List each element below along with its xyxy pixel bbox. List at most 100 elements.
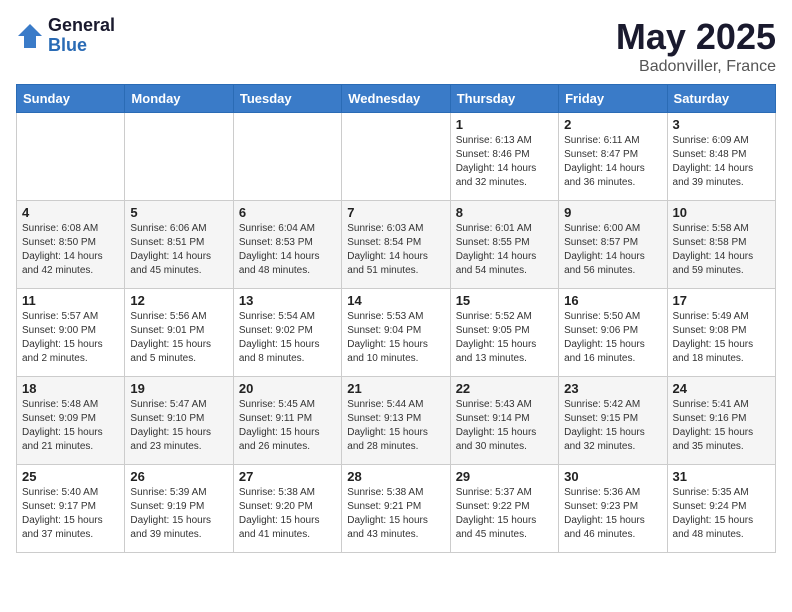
day-number: 15 (456, 293, 553, 308)
calendar-cell: 20Sunrise: 5:45 AM Sunset: 9:11 PM Dayli… (233, 377, 341, 465)
day-info: Sunrise: 6:01 AM Sunset: 8:55 PM Dayligh… (456, 222, 553, 278)
calendar-cell: 21Sunrise: 5:44 AM Sunset: 9:13 PM Dayli… (342, 377, 450, 465)
calendar-cell: 3 Sunrise: 6:09 AM Sunset: 8:48 PM Daylig… (667, 113, 775, 201)
calendar-cell: 8Sunrise: 6:01 AM Sunset: 8:55 PM Daylig… (450, 201, 558, 289)
day-info: Sunrise: 5:49 AM Sunset: 9:08 PM Dayligh… (673, 310, 770, 366)
title-block: May 2025 Badonviller, France (616, 16, 776, 76)
day-number: 23 (564, 381, 661, 396)
day-number: 30 (564, 469, 661, 484)
calendar-cell: 23Sunrise: 5:42 AM Sunset: 9:15 PM Dayli… (559, 377, 667, 465)
day-number: 9 (564, 205, 661, 220)
logo: General Blue (16, 16, 115, 56)
day-info: Sunrise: 5:43 AM Sunset: 9:14 PM Dayligh… (456, 398, 553, 454)
day-number: 16 (564, 293, 661, 308)
calendar-cell: 10 Sunrise: 5:58 AM Sunset: 8:58 PM Dayli… (667, 201, 775, 289)
calendar-cell (17, 113, 125, 201)
day-info: Sunrise: 5:52 AM Sunset: 9:05 PM Dayligh… (456, 310, 553, 366)
calendar-cell (233, 113, 341, 201)
calendar-cell: 28 Sunrise: 5:38 AM Sunset: 9:21 PM Dayli… (342, 465, 450, 553)
day-info: Sunrise: 6:00 AM Sunset: 8:57 PM Dayligh… (564, 222, 661, 278)
weekday-header-monday: Monday (125, 85, 233, 113)
logo-icon (16, 22, 44, 50)
day-info: Sunrise: 6:13 AM Sunset: 8:46 PM Dayligh… (456, 134, 553, 190)
day-number: 17 (673, 293, 770, 308)
day-number: 7 (347, 205, 444, 220)
calendar-cell: 25Sunrise: 5:40 AM Sunset: 9:17 PM Dayli… (17, 465, 125, 553)
calendar-cell: 9 Sunrise: 6:00 AM Sunset: 8:57 PM Daylig… (559, 201, 667, 289)
day-info: Sunrise: 6:03 AM Sunset: 8:54 PM Dayligh… (347, 222, 444, 278)
calendar-table: SundayMondayTuesdayWednesdayThursdayFrid… (16, 84, 776, 553)
calendar-cell: 16 Sunrise: 5:50 AM Sunset: 9:06 PM Dayli… (559, 289, 667, 377)
calendar-cell: 11 Sunrise: 5:57 AM Sunset: 9:00 PM Dayli… (17, 289, 125, 377)
title-location: Badonviller, France (616, 58, 776, 76)
day-number: 19 (130, 381, 227, 396)
calendar-week-row: 4 Sunrise: 6:08 AM Sunset: 8:50 PM Daylig… (17, 201, 776, 289)
day-info: Sunrise: 5:57 AM Sunset: 9:00 PM Dayligh… (22, 310, 119, 366)
day-info: Sunrise: 5:54 AM Sunset: 9:02 PM Dayligh… (239, 310, 336, 366)
day-number: 18 (22, 381, 119, 396)
weekday-header-saturday: Saturday (667, 85, 775, 113)
calendar-cell: 19 Sunrise: 5:47 AM Sunset: 9:10 PM Dayli… (125, 377, 233, 465)
calendar-cell: 13Sunrise: 5:54 AM Sunset: 9:02 PM Dayli… (233, 289, 341, 377)
logo-blue: Blue (48, 36, 115, 56)
day-info: Sunrise: 5:47 AM Sunset: 9:10 PM Dayligh… (130, 398, 227, 454)
day-number: 5 (130, 205, 227, 220)
logo-text: General Blue (48, 16, 115, 56)
day-number: 20 (239, 381, 336, 396)
calendar-cell: 12Sunrise: 5:56 AM Sunset: 9:01 PM Dayli… (125, 289, 233, 377)
calendar-cell: 29Sunrise: 5:37 AM Sunset: 9:22 PM Dayli… (450, 465, 558, 553)
day-number: 24 (673, 381, 770, 396)
day-number: 22 (456, 381, 553, 396)
day-number: 28 (347, 469, 444, 484)
calendar-cell: 4 Sunrise: 6:08 AM Sunset: 8:50 PM Daylig… (17, 201, 125, 289)
calendar-cell: 31Sunrise: 5:35 AM Sunset: 9:24 PM Dayli… (667, 465, 775, 553)
calendar-cell: 22 Sunrise: 5:43 AM Sunset: 9:14 PM Dayli… (450, 377, 558, 465)
day-info: Sunrise: 5:35 AM Sunset: 9:24 PM Dayligh… (673, 486, 770, 542)
calendar-cell (342, 113, 450, 201)
calendar-cell: 26 Sunrise: 5:39 AM Sunset: 9:19 PM Dayli… (125, 465, 233, 553)
day-number: 14 (347, 293, 444, 308)
calendar-header-row: SundayMondayTuesdayWednesdayThursdayFrid… (17, 85, 776, 113)
day-number: 3 (673, 117, 770, 132)
day-number: 4 (22, 205, 119, 220)
title-month: May 2025 (616, 16, 776, 58)
day-number: 26 (130, 469, 227, 484)
logo-general: General (48, 16, 115, 36)
day-info: Sunrise: 5:50 AM Sunset: 9:06 PM Dayligh… (564, 310, 661, 366)
calendar-cell: 5 Sunrise: 6:06 AM Sunset: 8:51 PM Daylig… (125, 201, 233, 289)
calendar-cell: 27 Sunrise: 5:38 AM Sunset: 9:20 PM Dayli… (233, 465, 341, 553)
day-info: Sunrise: 5:53 AM Sunset: 9:04 PM Dayligh… (347, 310, 444, 366)
day-info: Sunrise: 5:39 AM Sunset: 9:19 PM Dayligh… (130, 486, 227, 542)
day-info: Sunrise: 5:38 AM Sunset: 9:21 PM Dayligh… (347, 486, 444, 542)
calendar-week-row: 25Sunrise: 5:40 AM Sunset: 9:17 PM Dayli… (17, 465, 776, 553)
page-header: General Blue May 2025 Badonviller, Franc… (16, 16, 776, 76)
day-info: Sunrise: 6:09 AM Sunset: 8:48 PM Dayligh… (673, 134, 770, 190)
calendar-week-row: 1Sunrise: 6:13 AM Sunset: 8:46 PM Daylig… (17, 113, 776, 201)
weekday-header-wednesday: Wednesday (342, 85, 450, 113)
day-number: 2 (564, 117, 661, 132)
weekday-header-tuesday: Tuesday (233, 85, 341, 113)
calendar-cell: 17 Sunrise: 5:49 AM Sunset: 9:08 PM Dayli… (667, 289, 775, 377)
day-info: Sunrise: 6:04 AM Sunset: 8:53 PM Dayligh… (239, 222, 336, 278)
day-number: 12 (130, 293, 227, 308)
day-number: 27 (239, 469, 336, 484)
calendar-cell: 14 Sunrise: 5:53 AM Sunset: 9:04 PM Dayli… (342, 289, 450, 377)
day-info: Sunrise: 5:40 AM Sunset: 9:17 PM Dayligh… (22, 486, 119, 542)
calendar-cell: 24Sunrise: 5:41 AM Sunset: 9:16 PM Dayli… (667, 377, 775, 465)
calendar-cell: 18 Sunrise: 5:48 AM Sunset: 9:09 PM Dayli… (17, 377, 125, 465)
day-info: Sunrise: 5:58 AM Sunset: 8:58 PM Dayligh… (673, 222, 770, 278)
day-info: Sunrise: 5:38 AM Sunset: 9:20 PM Dayligh… (239, 486, 336, 542)
day-info: Sunrise: 6:11 AM Sunset: 8:47 PM Dayligh… (564, 134, 661, 190)
day-info: Sunrise: 5:48 AM Sunset: 9:09 PM Dayligh… (22, 398, 119, 454)
weekday-header-thursday: Thursday (450, 85, 558, 113)
day-info: Sunrise: 6:06 AM Sunset: 8:51 PM Dayligh… (130, 222, 227, 278)
day-number: 21 (347, 381, 444, 396)
calendar-cell (125, 113, 233, 201)
day-info: Sunrise: 5:36 AM Sunset: 9:23 PM Dayligh… (564, 486, 661, 542)
weekday-header-sunday: Sunday (17, 85, 125, 113)
day-number: 10 (673, 205, 770, 220)
day-info: Sunrise: 6:08 AM Sunset: 8:50 PM Dayligh… (22, 222, 119, 278)
calendar-week-row: 18 Sunrise: 5:48 AM Sunset: 9:09 PM Dayli… (17, 377, 776, 465)
day-number: 6 (239, 205, 336, 220)
day-number: 11 (22, 293, 119, 308)
